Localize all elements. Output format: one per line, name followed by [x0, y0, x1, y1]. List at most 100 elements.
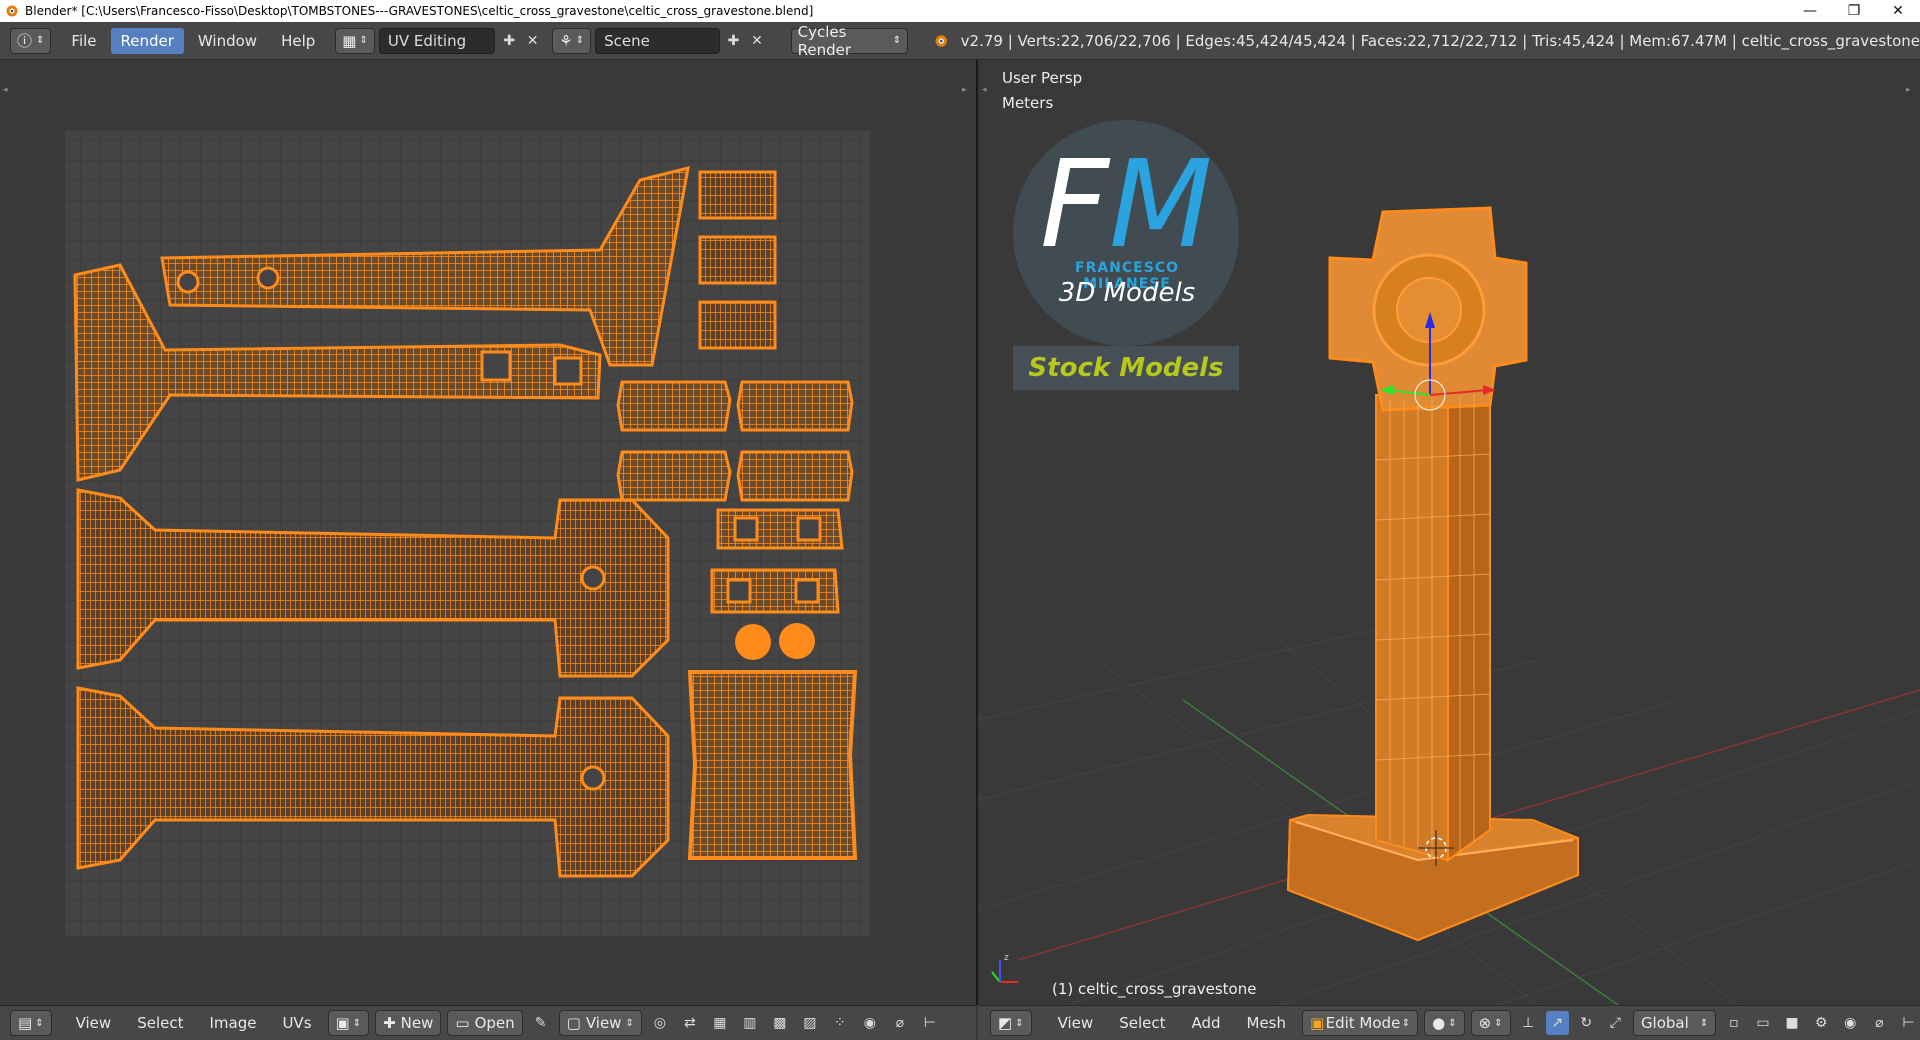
- 3d-menu-mesh[interactable]: Mesh: [1237, 1012, 1297, 1034]
- island-select-icon[interactable]: ▨: [798, 1011, 822, 1035]
- uv-menu-select[interactable]: Select: [127, 1012, 193, 1034]
- edge-select-mode-icon[interactable]: ▭: [1751, 1011, 1774, 1035]
- scale-manipulator-icon[interactable]: ⤢: [1604, 1011, 1627, 1035]
- stock-models-banner: Stock Models: [1013, 346, 1239, 390]
- edge-select-icon[interactable]: ▥: [738, 1011, 762, 1035]
- maximize-button[interactable]: ❐: [1832, 0, 1876, 22]
- 3d-editor-type-button[interactable]: ◩ ⇕: [990, 1010, 1032, 1036]
- chevron-updown-icon: ⇕: [575, 35, 585, 46]
- menu-window[interactable]: Window: [188, 28, 267, 54]
- vertex-select-mode-icon[interactable]: ▫: [1722, 1011, 1745, 1035]
- menu-render[interactable]: Render: [110, 27, 184, 54]
- uv-image-editor[interactable]: ◂ ▸: [0, 60, 976, 1005]
- uv-menu-uvs[interactable]: UVs: [272, 1012, 321, 1034]
- snap-icon[interactable]: ⌀: [888, 1011, 912, 1035]
- uv-island-base[interactable]: [687, 670, 858, 860]
- scene-label: Scene: [604, 31, 650, 50]
- 3d-view-icon: ◩: [998, 1014, 1013, 1032]
- 3d-view-header: ◩ ⇕ View Select Add Mesh ▣ Edit Mode ⇕ ● ⇕ ⊗…: [978, 1005, 1920, 1040]
- sync-selection-icon[interactable]: ⇄: [678, 1011, 702, 1035]
- info-icon: ⓘ: [17, 32, 33, 50]
- uv-canvas[interactable]: ◂ ▸: [0, 60, 976, 1005]
- vertex-select-icon[interactable]: ▦: [708, 1011, 732, 1035]
- occlude-geometry-icon[interactable]: ⚙: [1810, 1011, 1833, 1035]
- view-icon: ▢: [566, 1014, 581, 1032]
- pivot-point-dropdown[interactable]: ⊗ ⇕: [1470, 1010, 1511, 1036]
- open-label: Open: [474, 1014, 515, 1032]
- units-label: Meters: [1002, 94, 1054, 112]
- render-engine-label: Cycles Render: [797, 22, 852, 59]
- editor-type-selector[interactable]: ⓘ ⇕: [10, 27, 52, 54]
- open-image-button[interactable]: ▭ Open: [447, 1010, 523, 1036]
- chevron-updown-icon: ⇕: [36, 35, 45, 46]
- chevron-updown-icon: ⇕: [1494, 1017, 1503, 1029]
- uv-view-mode-dropdown[interactable]: ▢ View ⇕: [558, 1010, 642, 1036]
- manipulator-toggle-icon[interactable]: ⊥: [1517, 1011, 1540, 1035]
- 3d-menu-select[interactable]: Select: [1109, 1012, 1175, 1034]
- new-label: New: [400, 1014, 434, 1032]
- close-button[interactable]: ✕: [1876, 0, 1920, 22]
- translate-manipulator-icon[interactable]: ↗: [1545, 1011, 1569, 1035]
- region-arrow-left-icon[interactable]: ◂: [982, 85, 987, 95]
- screen-layout-dropdown[interactable]: UV Editing: [378, 27, 496, 54]
- svg-text:z: z: [1004, 953, 1009, 963]
- proportional-edit-icon[interactable]: ◉: [1839, 1011, 1862, 1035]
- uv-editor-header: ▤ ⇕ View Select Image UVs ▣ ⇕ ✚ New ▭ Open ✎…: [0, 1005, 976, 1040]
- menu-file[interactable]: File: [61, 28, 106, 54]
- scene-dropdown[interactable]: Scene: [595, 27, 720, 54]
- chevron-updown-icon: ⇕: [359, 35, 368, 46]
- menu-help[interactable]: Help: [271, 28, 325, 54]
- scene-icon: ⚘: [559, 31, 573, 50]
- pin-icon[interactable]: ✎: [529, 1011, 553, 1035]
- proportional-edit-icon[interactable]: ◉: [858, 1011, 882, 1035]
- remove-layout-icon[interactable]: ✕: [523, 29, 542, 53]
- orientation-label: Global: [1640, 1014, 1689, 1032]
- fm-logo-3d-models: 3D Models: [1058, 278, 1196, 308]
- chevron-updown-icon: ⇕: [1401, 1017, 1411, 1029]
- mode-dropdown[interactable]: ▣ Edit Mode ⇕: [1302, 1010, 1419, 1036]
- remove-scene-icon[interactable]: ✕: [747, 29, 766, 53]
- region-arrow-right-icon[interactable]: ▸: [962, 85, 967, 95]
- pivot-icon[interactable]: ◎: [648, 1011, 672, 1035]
- screen-layout-icon-button[interactable]: ▦ ⇕: [335, 27, 375, 54]
- screen-layout-label: UV Editing: [387, 31, 467, 50]
- window-title: Blender* [C:\Users\Francesco-Fisso\Deskt…: [25, 4, 814, 18]
- new-image-button[interactable]: ✚ New: [375, 1010, 442, 1036]
- rotate-manipulator-icon[interactable]: ↻: [1575, 1011, 1598, 1035]
- snap-target-icon[interactable]: ⊢: [918, 1011, 942, 1035]
- uv-island-small-strips[interactable]: [698, 170, 777, 350]
- image-browse-button[interactable]: ▣ ⇕: [327, 1010, 370, 1036]
- viewport-shading-dropdown[interactable]: ● ⇕: [1424, 1010, 1465, 1036]
- uv-menu-view[interactable]: View: [66, 1012, 122, 1034]
- active-object-label: (1) celtic_cross_gravestone: [1052, 980, 1257, 998]
- scene-icon-button[interactable]: ⚘ ⇕: [552, 27, 592, 54]
- mode-label: Edit Mode: [1325, 1014, 1401, 1032]
- edit-mode-icon: ▣: [1310, 1014, 1325, 1032]
- chevron-updown-icon: ⇕: [1448, 1017, 1457, 1029]
- add-layout-icon[interactable]: ✚: [499, 29, 518, 53]
- uv-menu-image[interactable]: Image: [199, 1012, 266, 1034]
- view-label: View: [585, 1014, 622, 1032]
- snap-icon[interactable]: ⌀: [1868, 1011, 1891, 1035]
- face-select-icon[interactable]: ▩: [768, 1011, 792, 1035]
- layout-icon: ▦: [342, 31, 357, 50]
- 3d-menu-add[interactable]: Add: [1181, 1012, 1230, 1034]
- render-engine-dropdown[interactable]: Cycles Render ⇕: [790, 23, 909, 59]
- uv-editor-type-button[interactable]: ▤ ⇕: [10, 1010, 52, 1036]
- celtic-cross-mesh[interactable]: [1286, 206, 1579, 942]
- chevron-updown-icon: ⇕: [35, 1017, 44, 1029]
- face-select-mode-icon[interactable]: ■: [1781, 1011, 1804, 1035]
- sticky-select-icon[interactable]: ⁘: [828, 1011, 852, 1035]
- plus-icon: ✚: [383, 1014, 396, 1032]
- info-header: ⓘ ⇕ File Render Window Help ▦ ⇕ UV Editing…: [0, 22, 1920, 60]
- transform-orientation-dropdown[interactable]: Global ⇕: [1632, 1010, 1717, 1036]
- 3d-menu-view[interactable]: View: [1048, 1012, 1104, 1034]
- folder-icon: ▭: [455, 1014, 470, 1032]
- snap-element-icon[interactable]: ⊢: [1897, 1011, 1920, 1035]
- axis-indicator-icon: z: [991, 953, 1018, 983]
- region-arrow-right-icon[interactable]: ▸: [1906, 85, 1911, 95]
- blender-logo-icon: [6, 5, 18, 17]
- minimize-button[interactable]: —: [1788, 0, 1832, 22]
- add-scene-icon[interactable]: ✚: [724, 29, 743, 53]
- region-arrow-left-icon[interactable]: ◂: [3, 85, 8, 95]
